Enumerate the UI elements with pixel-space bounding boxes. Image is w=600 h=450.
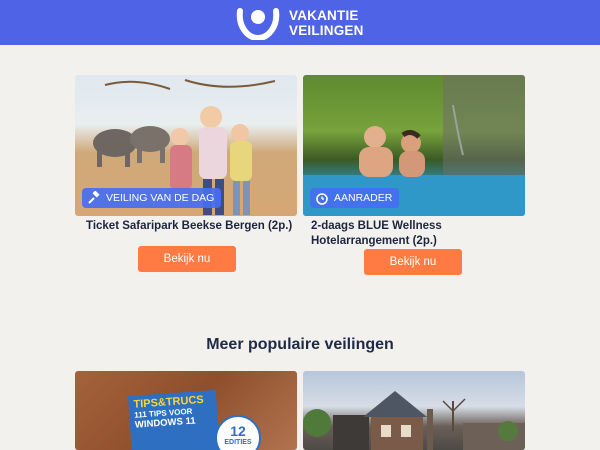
header-bar: VAKANTIE VEILINGEN bbox=[0, 0, 600, 45]
featured-title-safari[interactable]: Ticket Safaripark Beekse Bergen (2p.) bbox=[86, 219, 296, 234]
magazine-photo[interactable]: TIPS&TRUCS 111 TIPS VOOR WINDOWS 11 12 E… bbox=[75, 371, 297, 450]
view-wellness-button[interactable]: Bekijk nu bbox=[364, 249, 462, 275]
brand-line-1: VAKANTIE bbox=[289, 8, 359, 23]
editions-sticker: 12 EDITIES bbox=[215, 415, 261, 450]
magazine-cover: TIPS&TRUCS 111 TIPS VOOR WINDOWS 11 bbox=[127, 390, 221, 450]
sticker-number: 12 bbox=[230, 423, 246, 439]
daily-auction-badge: VEILING VAN DE DAG bbox=[82, 188, 222, 208]
sticker-text: EDITIES bbox=[224, 439, 252, 446]
gavel-icon bbox=[87, 190, 101, 205]
view-safari-button[interactable]: Bekijk nu bbox=[138, 246, 236, 272]
badge-label: VEILING VAN DE DAG bbox=[106, 192, 215, 204]
brand-name: VAKANTIE VEILINGEN bbox=[289, 8, 364, 38]
logo-smile-icon bbox=[234, 7, 282, 41]
brand-logo[interactable]: VAKANTIE VEILINGEN bbox=[234, 6, 374, 41]
house-photo[interactable] bbox=[303, 371, 525, 450]
title-line-2: Hotelarrangement (2p.) bbox=[311, 235, 437, 247]
section-title: Meer populaire veilingen bbox=[206, 336, 394, 353]
alarm-clock-icon bbox=[315, 191, 329, 205]
brand-line-2: VEILINGEN bbox=[289, 23, 364, 38]
featured-title-wellness[interactable]: 2-daags BLUE Wellness Hotelarrangement (… bbox=[311, 219, 521, 249]
recommended-badge: AANRADER bbox=[310, 188, 400, 208]
title-line-1: 2-daags BLUE Wellness bbox=[311, 220, 442, 232]
badge-label: AANRADER bbox=[334, 192, 393, 204]
